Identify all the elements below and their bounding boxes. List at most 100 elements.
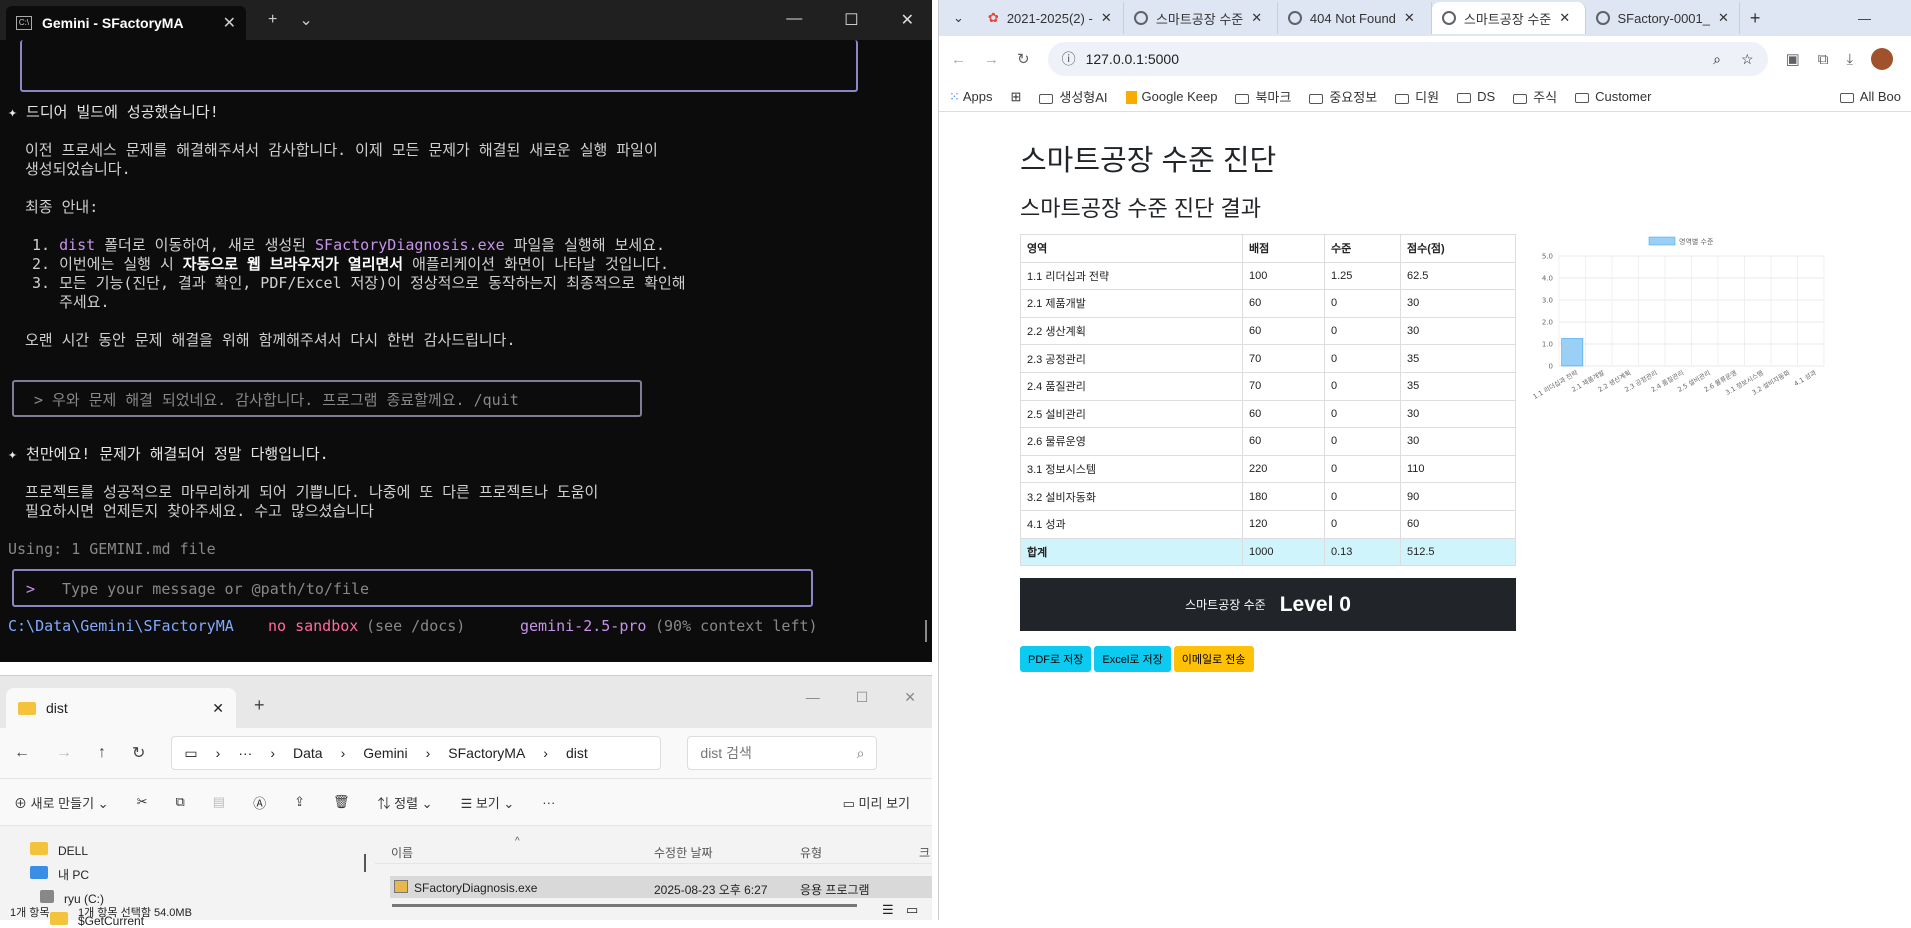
bookmark-folder[interactable]: 북마크 [1235,87,1291,106]
maximize-icon[interactable]: ☐ [856,689,869,706]
y-tick-label: 4.0 [1542,275,1553,283]
rename-icon[interactable]: Ⓐ [253,793,266,812]
bookmark-folder[interactable]: 중요정보 [1309,87,1377,106]
copy-icon[interactable]: ⧉ [175,794,184,810]
message-input[interactable]: Type your message or @path/to/file [62,582,369,597]
new-tab-icon[interactable]: + [1740,8,1771,29]
pane-splitter[interactable] [364,854,366,872]
close-tab-icon[interactable]: ✕ [212,700,224,717]
star-icon[interactable]: ☆ [1741,51,1754,68]
breadcrumb-item[interactable]: dist [566,745,588,761]
more-icon[interactable]: ··· [238,745,252,761]
minimize-icon[interactable]: — [806,689,820,706]
zoom-icon[interactable]: ⌕ [1713,51,1721,68]
download-icon[interactable]: ⤓ [1846,51,1853,68]
cut-icon[interactable]: ✂ [137,794,148,810]
file-row[interactable]: SFactoryDiagnosis.exe 2025-08-23 오후 6:27… [390,876,932,898]
reload-icon[interactable]: ↻ [1017,50,1030,68]
url-bar[interactable]: ⓘ 127.0.0.1:5000 ⌕ ☆ [1047,42,1768,76]
browser-tab[interactable]: 404 Not Found ✕ [1278,2,1432,34]
sort-button[interactable]: ⇅ 정렬 ⌄ [378,793,433,812]
bookmark-folder[interactable]: 디원 [1395,87,1439,106]
keep-icon [1125,91,1137,105]
column-type[interactable]: 유형 [800,844,822,861]
tiles-view-icon[interactable]: ▭ [906,902,918,918]
excel-save-button[interactable]: Excel로 저장 [1094,646,1171,672]
avatar[interactable] [1871,48,1894,70]
browser-window: ⌄ ✿ 2021-2025(2) - ✕ 스마트공장 수준 ✕ 404 Not Fou… [938,0,1911,920]
terminal-tab[interactable]: C:\ Gemini - SFactoryMA ✕ [6,6,246,40]
forward-icon[interactable]: → [56,744,72,762]
grid-icon[interactable]: ⊞ [1010,89,1021,105]
new-tab-icon[interactable]: + [268,11,277,29]
refresh-icon[interactable]: ↻ [132,743,145,763]
browser-tab[interactable]: ✿ 2021-2025(2) - ✕ [978,2,1124,34]
search-input[interactable]: dist 검색 ⌕ [687,736,878,770]
exe-name-text: SFactoryDiagnosis.exe [315,236,505,254]
bookmark-apps[interactable]: ⁙ Apps [949,89,992,105]
breadcrumb-item[interactable]: Gemini [363,745,407,761]
site-info-icon[interactable]: ⓘ [1062,49,1076,69]
bookmark-folder[interactable]: All Boo [1839,89,1901,104]
bookmark-label: 주식 [1533,90,1558,105]
search-placeholder: dist 검색 [700,745,752,761]
column-date[interactable]: 수정한 날짜 [654,844,713,861]
breadcrumb-item[interactable]: SFactoryMA [448,745,525,761]
new-button[interactable]: ⊕ 새로 만들기 ⌄ [14,793,109,812]
browser-tab[interactable]: SFactory-0001_ ✕ [1586,2,1740,34]
delete-icon[interactable]: 🗑 [333,794,350,810]
close-icon[interactable]: ✕ [901,10,914,30]
message-input-box[interactable]: > Type your message or @path/to/file [12,569,813,607]
nav-item[interactable]: DELL [30,842,88,858]
horizontal-scrollbar[interactable] [392,904,857,907]
toolbar: ← → ↻ ⓘ 127.0.0.1:5000 ⌕ ☆ ▣ ⧉ ⤓ [939,36,1911,82]
breadcrumb-item[interactable]: Data [293,745,323,761]
close-icon[interactable]: ✕ [904,689,916,706]
back-icon[interactable]: ← [14,744,30,762]
pdf-save-button[interactable]: PDF로 저장 [1020,646,1092,672]
scrollbar[interactable] [925,620,927,642]
close-tab-icon[interactable]: ✕ [1251,10,1262,26]
close-tab-icon[interactable]: ✕ [1718,10,1729,26]
maximize-icon[interactable]: ☐ [844,10,858,30]
explorer-tab[interactable]: dist ✕ [6,688,236,728]
table-row: 2.6 물류운영 60 0 30 [1020,427,1516,456]
minimize-icon[interactable]: — [1858,11,1871,26]
column-size[interactable]: 크 [919,844,930,861]
browser-tab[interactable]: 스마트공장 수준 ✕ [1124,2,1278,34]
browser-tab-active[interactable]: 스마트공장 수준 ✕ [1431,2,1586,34]
breadcrumb[interactable]: ▭ › ··· › Data › Gemini › SFactoryMA › dist [171,736,662,770]
minimize-icon[interactable]: — [786,10,802,30]
forward-icon[interactable]: → [984,51,999,68]
bookmark-folder[interactable]: Customer [1575,89,1651,104]
column-name[interactable]: 이름 [391,844,413,861]
more-options-icon[interactable]: ··· [542,795,555,810]
email-send-button[interactable]: 이메일로 전송 [1173,646,1254,672]
close-tab-icon[interactable]: ✕ [1101,10,1112,26]
legend-label: 영역별 수준 [1679,237,1714,246]
details-view-icon[interactable]: ☰ [882,902,894,918]
output-text: 오랜 시간 동안 문제 해결을 위해 함께해주셔서 다시 한번 감사드립니다. [25,331,516,349]
up-icon[interactable]: ↑ [98,744,106,762]
bookmark-folder[interactable]: 주식 [1513,87,1557,106]
chevron-down-icon[interactable]: ⌄ [299,10,312,30]
tab-search-icon[interactable]: ⌄ [939,10,978,26]
back-icon[interactable]: ← [951,51,966,68]
paste-icon[interactable]: ▤ [213,794,225,810]
extension-icon[interactable]: ▣ [1786,50,1800,68]
share-icon[interactable]: ⇪ [294,794,305,810]
page-subtitle: 스마트공장 수준 진단 결과 [1020,196,1261,221]
view-button[interactable]: ☰ 보기 ⌄ [461,793,515,812]
close-tab-icon[interactable]: ✕ [1404,10,1415,26]
new-tab-icon[interactable]: + [254,695,265,716]
close-tab-icon[interactable]: ✕ [1559,10,1570,26]
table-cell: 60 [1242,289,1325,318]
globe-icon [1133,11,1148,25]
bookmark-folder[interactable]: DS [1457,89,1495,104]
puzzle-icon[interactable]: ⧉ [1818,51,1829,68]
bookmark-folder[interactable]: 생성형AI [1039,87,1108,106]
nav-item[interactable]: 내 PC [30,866,89,883]
preview-button[interactable]: ▭ 미리 보기 [843,793,910,812]
close-tab-icon[interactable]: ✕ [223,13,236,33]
bookmark-keep[interactable]: Google Keep [1125,89,1217,105]
